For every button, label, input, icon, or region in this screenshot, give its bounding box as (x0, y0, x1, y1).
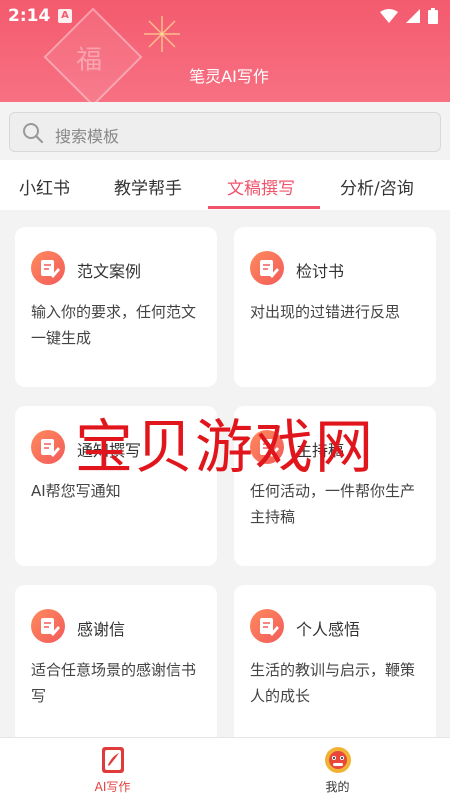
nav-profile[interactable]: 我的 (225, 738, 450, 800)
card-description: 任何活动，一件帮你生产主持稿 (250, 482, 416, 526)
status-bar: 2:14 A (0, 0, 450, 32)
card-description: 生活的教训与启示，鞭策人的成长 (250, 661, 416, 705)
card-title: 个人感悟 (296, 620, 361, 639)
watermark-text: 宝贝游戏网 (74, 413, 375, 481)
notification-badge: A (58, 9, 72, 23)
category-tabs: 小红书 教学帮手 文稿撰写 分析/咨询 (0, 160, 450, 210)
tab-writing[interactable]: 文稿撰写 (227, 174, 295, 199)
edit-document-icon (250, 609, 284, 643)
active-tab-indicator (208, 206, 320, 209)
search-placeholder: 搜索模板 (55, 127, 120, 146)
search-input[interactable]: 搜索模板 (9, 112, 441, 152)
template-card-personal-insight[interactable]: 个人感悟 生活的教训与启示，鞭策人的成长 (234, 585, 436, 737)
wifi-icon (380, 9, 398, 23)
card-title: 感谢信 (77, 620, 126, 639)
tab-xiaohongshu[interactable]: 小红书 (19, 174, 70, 199)
app-header: 福 2:14 A 笔灵AI写作 (0, 0, 450, 102)
status-time: 2:14 (8, 6, 51, 26)
template-card-sample-essay[interactable]: 范文案例 输入你的要求，任何范文一键生成 (15, 227, 217, 387)
card-description: 对出现的过错进行反思 (250, 303, 401, 321)
tab-analysis[interactable]: 分析/咨询 (340, 174, 414, 199)
signal-icon (406, 9, 420, 23)
card-title: 范文案例 (77, 262, 142, 281)
edit-document-icon (31, 251, 65, 285)
tab-teaching[interactable]: 教学帮手 (114, 174, 182, 199)
app-title: 笔灵AI写作 (189, 67, 269, 86)
nav-ai-writing[interactable]: AI写作 (0, 738, 225, 800)
card-title: 检讨书 (296, 262, 345, 281)
edit-document-icon (31, 609, 65, 643)
nav-label: 我的 (325, 780, 350, 794)
pen-book-icon (102, 747, 124, 773)
template-card-self-criticism[interactable]: 检讨书 对出现的过错进行反思 (234, 227, 436, 387)
template-card-thank-you-letter[interactable]: 感谢信 适合任意场景的感谢信书写 (15, 585, 217, 737)
card-description: 适合任意场景的感谢信书写 (31, 661, 197, 705)
edit-document-icon (250, 251, 284, 285)
lion-mascot-icon (325, 747, 351, 773)
card-description: 输入你的要求，任何范文一键生成 (31, 303, 197, 347)
search-icon (23, 123, 44, 144)
battery-icon (428, 8, 438, 24)
bottom-nav: AI写作 我的 (0, 737, 450, 800)
nav-label: AI写作 (94, 780, 131, 794)
